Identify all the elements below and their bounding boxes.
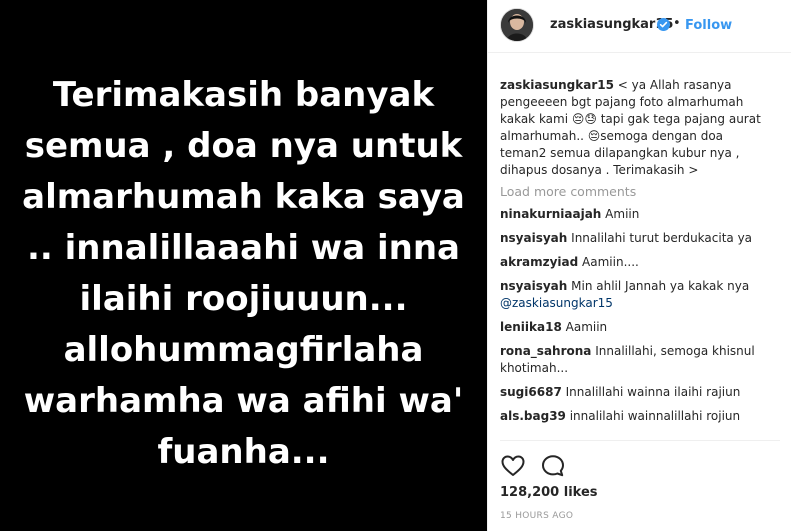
comment-item: nsyaisyah Innalilahi turut berdukacita y… [500,230,770,247]
post-image[interactable]: Terimakasih banyak semua , doa nya untuk… [0,0,487,531]
comment-item: leniika18 Aamiin [500,319,770,336]
comment-item: als.bag39 innalilahi wainnalillahi rojiu… [500,408,770,425]
caption-text: < ya Allah rasanya pengeeeen bgt pajang … [500,78,761,177]
post-timestamp[interactable]: 15 HOURS AGO [500,511,573,521]
comment-username[interactable]: leniika18 [500,320,562,334]
comment-item: ninakurniaajah Amiin [500,206,770,223]
comment-item: akramzyiad Aamiin.... [500,254,770,271]
comment-username[interactable]: ninakurniaajah [500,207,601,221]
caption-username[interactable]: zaskiasungkar15 [500,78,614,92]
separator-dot: • [673,16,681,31]
profile-avatar-icon[interactable] [500,8,534,42]
comment-item: rona_sahrona Innalillahi, semoga khisnul… [500,343,770,377]
comment-item: nsyaisyah Min ahlil Jannah ya kakak nya … [500,278,770,312]
post-header: zaskiasungkar15 • Follow [488,0,791,53]
comment-text: Innalilahi turut berdukacita ya [571,231,753,245]
comment-text: innalilahi wainnalillahi rojiun [569,409,741,423]
likes-count[interactable]: 128,200 likes [500,485,598,500]
actions-divider [500,440,780,441]
comment-username[interactable]: als.bag39 [500,409,566,423]
post-sidebar: zaskiasungkar15 • Follow zaskiasungkar15… [487,0,791,531]
comment-text: Aamiin.... [582,255,639,269]
comment-item: sugi6687 Innalillahi wainna ilaihi rajiu… [500,384,770,401]
comment-text: Min ahlil Jannah ya kakak nya [571,279,750,293]
post-caption: zaskiasungkar15 < ya Allah rasanya penge… [500,77,770,179]
comments-list: zaskiasungkar15 < ya Allah rasanya penge… [500,77,770,432]
comment-username[interactable]: nsyaisyah [500,279,567,293]
heart-icon[interactable] [500,453,526,479]
comment-username[interactable]: nsyaisyah [500,231,567,245]
comment-username[interactable]: akramzyiad [500,255,578,269]
comment-text: Aamiin [565,320,608,334]
follow-button[interactable]: Follow [685,18,732,33]
post-image-text: Terimakasih banyak semua , doa nya untuk… [22,74,465,472]
verified-badge-icon [657,18,670,31]
header-username[interactable]: zaskiasungkar15 [550,17,673,32]
comment-mention-link[interactable]: @zaskiasungkar15 [500,296,613,310]
comment-icon[interactable] [540,453,566,479]
comment-text: Amiin [605,207,640,221]
load-more-comments-button[interactable]: Load more comments [500,183,770,200]
comment-username[interactable]: rona_sahrona [500,344,591,358]
comment-text: Innalillahi wainna ilaihi rajiun [565,385,741,399]
comment-username[interactable]: sugi6687 [500,385,562,399]
